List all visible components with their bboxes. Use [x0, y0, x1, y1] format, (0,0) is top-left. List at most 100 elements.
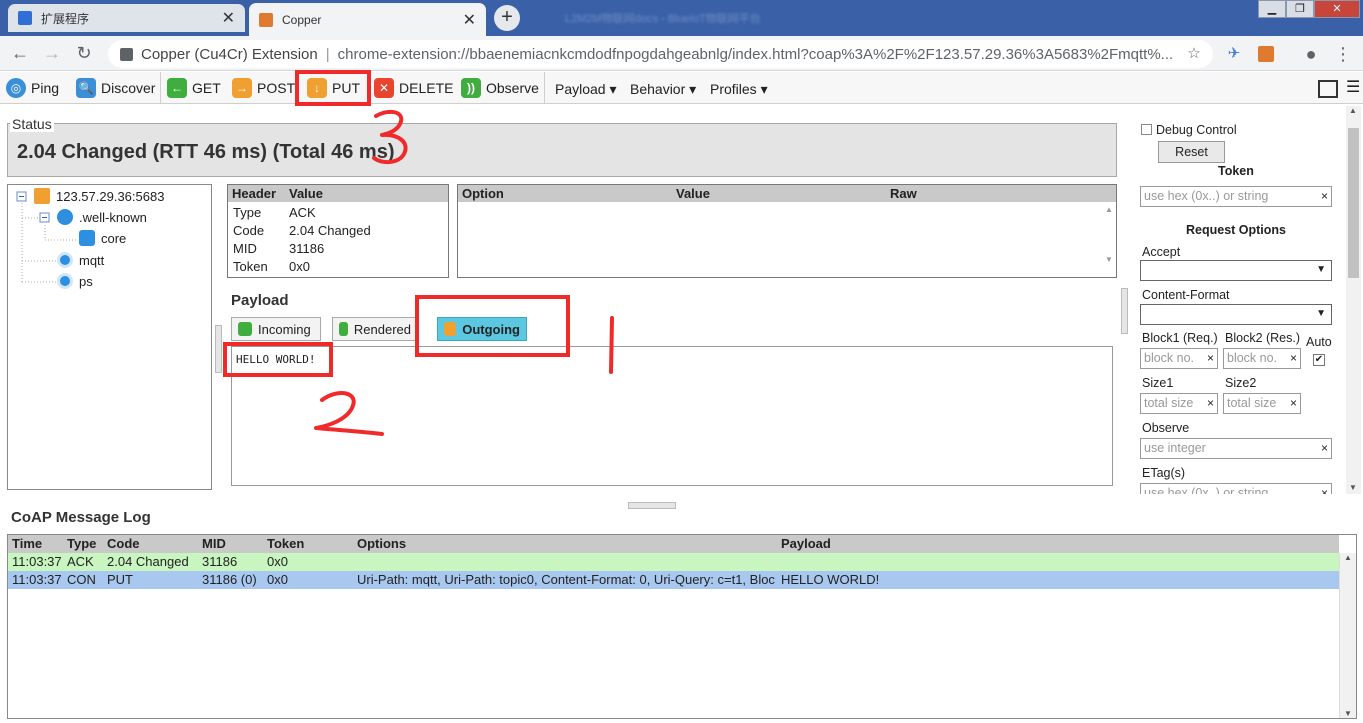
header-table-head: Header Value	[228, 185, 448, 202]
delete-icon: ✕	[374, 78, 394, 98]
annotation-number-2	[308, 386, 388, 440]
toolbar-separator	[544, 72, 545, 104]
incoming-icon	[238, 322, 252, 336]
close-window-button[interactable]: ✕	[1314, 0, 1360, 18]
reload-icon[interactable]: ↻	[72, 41, 96, 65]
clear-icon[interactable]: ×	[1207, 396, 1214, 410]
profiles-menu[interactable]: Profiles ▾	[710, 81, 768, 98]
etag-input[interactable]: use hex (0x..) or string ×	[1140, 483, 1332, 494]
header-value: ACK	[289, 205, 316, 220]
menu-kebab-icon[interactable]: ⋮	[1332, 43, 1354, 65]
clear-icon[interactable]: ×	[1207, 351, 1214, 365]
scrollbar-thumb[interactable]	[1348, 128, 1359, 278]
block2-input[interactable]: block no. ×	[1223, 348, 1301, 369]
clear-icon[interactable]: ×	[1290, 396, 1297, 410]
vertical-splitter[interactable]	[215, 325, 222, 373]
tree-node-core[interactable]: core	[79, 230, 126, 246]
header-value: 31186	[289, 241, 325, 256]
omnibox[interactable]: Copper (Cu4Cr) Extension | chrome-extens…	[108, 40, 1213, 68]
request-options-heading: Request Options	[1186, 223, 1287, 237]
header-key: MID	[233, 241, 257, 256]
clear-icon[interactable]: ×	[1321, 189, 1328, 203]
reset-button[interactable]: Reset	[1158, 141, 1225, 163]
copper-toolbar: ◎ Ping 🔍 Discover ← GET → POST ↓ PUT ✕ D…	[0, 72, 1363, 104]
close-icon[interactable]: ✕	[463, 10, 476, 30]
size1-input[interactable]: total size ×	[1140, 393, 1218, 414]
log-type: ACK	[67, 554, 94, 569]
hamburger-icon[interactable]: ☰	[1346, 80, 1360, 96]
log-mid: 31186	[202, 554, 238, 569]
tree-node-well-known[interactable]: .well-known	[57, 209, 147, 225]
tree-node-ps[interactable]: ps	[57, 273, 93, 289]
dropdown-arrow-icon: ▼	[1316, 308, 1326, 319]
size1-label: Size1	[1142, 376, 1174, 390]
options-scrollbar[interactable]: ▲ ▼	[1104, 205, 1114, 275]
tree-node-label: .well-known	[79, 209, 147, 225]
horizontal-splitter[interactable]	[628, 502, 676, 509]
new-tab-button[interactable]: +	[494, 5, 520, 31]
content-format-label: Content-Format	[1142, 288, 1230, 302]
size2-label: Size2	[1225, 376, 1257, 390]
tab-rendered[interactable]: Rendered	[332, 317, 418, 341]
observe-input[interactable]: use integer ×	[1140, 438, 1332, 459]
observe-button[interactable]: )) Observe	[461, 76, 539, 100]
etag-placeholder: use hex (0x..) or string	[1144, 486, 1269, 494]
ping-button[interactable]: ◎ Ping	[6, 76, 59, 100]
window-title: L2M2M物联网docs - BlueIoT物联网平台	[565, 13, 761, 25]
right-splitter[interactable]	[1121, 288, 1128, 334]
layout-toggle-icon[interactable]	[1318, 80, 1338, 98]
right-panel-scrollbar[interactable]: ▲ ▼	[1346, 106, 1361, 494]
token-heading: Token	[1218, 164, 1254, 178]
copper-extension-icon[interactable]	[1255, 43, 1277, 65]
block1-input[interactable]: block no. ×	[1140, 348, 1218, 369]
header-value: 2.04 Changed	[289, 223, 371, 238]
payload-menu[interactable]: Payload ▾	[555, 81, 617, 98]
discover-button[interactable]: 🔍 Discover	[76, 76, 155, 100]
close-icon[interactable]: ✕	[222, 8, 235, 28]
tab-incoming[interactable]: Incoming	[231, 317, 321, 341]
clear-icon[interactable]: ×	[1290, 351, 1297, 365]
column-header: Raw	[890, 186, 917, 201]
tree-node-mqtt[interactable]: mqtt	[57, 252, 104, 268]
browser-tab-extensions[interactable]: 扩展程序 ✕	[8, 4, 245, 32]
column-header: Type	[67, 536, 97, 551]
post-button[interactable]: → POST	[232, 76, 295, 100]
tree-node-label: core	[101, 230, 127, 246]
url-text: chrome-extension://bbaenemiacnkcmdodfnpo…	[337, 45, 1174, 63]
extension-title: Copper (Cu4Cr) Extension	[141, 45, 318, 63]
maximize-button[interactable]: ❐	[1286, 0, 1314, 18]
tree-root-node[interactable]: 123.57.29.36:5683	[34, 188, 164, 204]
block2-label: Block2 (Res.)	[1225, 331, 1301, 345]
column-header: Value	[676, 186, 710, 201]
clear-icon[interactable]: ×	[1321, 441, 1328, 455]
content-format-select[interactable]: ▼	[1140, 304, 1332, 325]
log-payload: HELLO WORLD!	[781, 572, 880, 587]
minimize-button[interactable]: ▁	[1258, 0, 1286, 18]
log-row[interactable]: 11:03:37 ACK 2.04 Changed 31186 0x0	[8, 553, 1339, 571]
accept-select[interactable]: ▼	[1140, 260, 1332, 281]
column-header: Time	[12, 536, 43, 551]
behavior-menu[interactable]: Behavior ▾	[630, 81, 696, 98]
get-button[interactable]: ← GET	[167, 76, 221, 100]
log-row[interactable]: 11:03:37 CON PUT 31186 (0) 0x0 Uri-Path:…	[8, 571, 1339, 589]
extension-bird-icon[interactable]: ✈	[1223, 43, 1245, 65]
tab-label: Rendered	[353, 321, 411, 337]
log-options: Uri-Path: mqtt, Uri-Path: topic0, Conten…	[357, 572, 775, 587]
token-input[interactable]: use hex (0x..) or string ×	[1140, 186, 1332, 207]
debug-control-checkbox[interactable]	[1141, 124, 1152, 135]
log-mid: 31186 (0)	[202, 572, 257, 587]
size2-input[interactable]: total size ×	[1223, 393, 1301, 414]
tab-label: Copper	[282, 12, 322, 27]
delete-button[interactable]: ✕ DELETE	[374, 76, 453, 100]
clear-icon[interactable]: ×	[1321, 486, 1328, 494]
profile-icon[interactable]: ●	[1300, 43, 1322, 65]
column-header: MID	[202, 536, 226, 551]
annotation-box-payload	[223, 342, 333, 377]
block2-placeholder: block no.	[1227, 351, 1278, 365]
back-icon[interactable]: ←	[8, 41, 32, 65]
log-scrollbar[interactable]: ▲ ▼	[1339, 553, 1356, 718]
browser-tab-copper[interactable]: Copper ✕	[249, 3, 486, 36]
auto-checkbox[interactable]: ✔	[1313, 354, 1325, 366]
star-icon[interactable]: ☆	[1183, 43, 1205, 65]
forward-icon[interactable]: →	[40, 41, 64, 65]
